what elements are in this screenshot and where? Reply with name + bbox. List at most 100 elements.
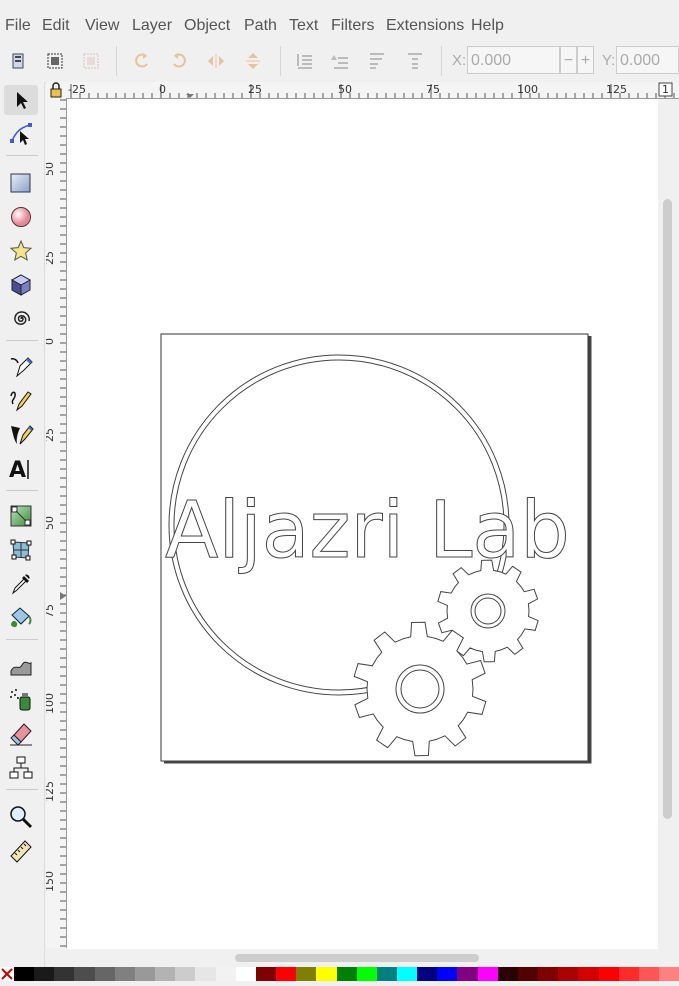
color-swatch[interactable]: [316, 967, 337, 981]
toolbox-separator: [6, 639, 38, 640]
deselect-icon[interactable]: [80, 50, 102, 72]
color-swatch[interactable]: [276, 967, 297, 981]
color-swatch[interactable]: [34, 967, 55, 981]
svg-text:A: A: [9, 458, 26, 482]
y-coordinate-field[interactable]: 0.000: [616, 46, 679, 74]
calligraphy-tool-icon[interactable]: [4, 420, 38, 450]
color-swatch[interactable]: [134, 967, 156, 981]
spray-tool-icon[interactable]: [4, 685, 38, 715]
eraser-tool-icon[interactable]: [4, 719, 38, 749]
menu-edit[interactable]: Edit: [42, 17, 70, 35]
hruler-label: 1: [662, 83, 669, 96]
color-swatch[interactable]: [255, 967, 277, 981]
tweak-tool-icon[interactable]: [4, 651, 38, 681]
raise-to-top-icon[interactable]: [404, 50, 426, 72]
menu-view[interactable]: View: [85, 17, 119, 35]
menu-object[interactable]: Object: [184, 17, 230, 35]
x-increment-button[interactable]: +: [577, 46, 594, 74]
color-swatch[interactable]: [356, 967, 377, 981]
star-tool-icon[interactable]: [4, 236, 38, 266]
color-swatch[interactable]: [376, 967, 397, 981]
spiral-tool-icon[interactable]: [4, 304, 38, 334]
menu-text[interactable]: Text: [289, 17, 318, 35]
color-swatch[interactable]: [497, 967, 518, 981]
color-swatch[interactable]: [296, 967, 317, 981]
mesh-tool-icon[interactable]: [4, 535, 38, 565]
rotate-ccw-icon[interactable]: [131, 50, 153, 72]
color-palette[interactable]: [0, 967, 679, 981]
logo-text[interactable]: Aljazri Lab: [165, 486, 571, 577]
vertical-scroll-thumb[interactable]: [663, 199, 672, 819]
vruler-label: 50: [46, 162, 56, 176]
select-all-in-all-layers-icon[interactable]: [7, 50, 29, 72]
ellipse-tool-icon[interactable]: [4, 202, 38, 232]
color-swatch[interactable]: [235, 967, 256, 981]
menu-extensions[interactable]: Extensions: [386, 17, 464, 35]
selector-tool-icon[interactable]: [4, 85, 38, 115]
dropper-tool-icon[interactable]: [4, 569, 38, 599]
color-swatch[interactable]: [659, 967, 679, 981]
toolbox-separator: [6, 789, 38, 790]
color-swatch[interactable]: [195, 967, 216, 981]
color-swatch[interactable]: [175, 967, 196, 981]
drawing-canvas[interactable]: Aljazri Lab: [67, 99, 658, 949]
x-coordinate-field[interactable]: 0.000: [467, 46, 560, 74]
vertical-scrollbar[interactable]: [658, 99, 679, 949]
color-swatch[interactable]: [477, 967, 498, 981]
menu-filters[interactable]: Filters: [331, 17, 375, 35]
color-swatch[interactable]: [457, 967, 478, 981]
vruler-label: 50: [46, 516, 56, 530]
color-swatch[interactable]: [336, 967, 357, 981]
color-swatch[interactable]: [558, 967, 579, 981]
color-swatch[interactable]: [114, 967, 135, 981]
color-swatch[interactable]: [598, 967, 619, 981]
lock-icon[interactable]: [46, 82, 66, 98]
horizontal-scrollbar[interactable]: [67, 949, 658, 967]
connector-tool-icon[interactable]: [4, 753, 38, 783]
color-swatch[interactable]: [94, 967, 115, 981]
rectangle-tool-icon[interactable]: [4, 168, 38, 198]
horizontal-scroll-thumb[interactable]: [235, 954, 479, 962]
x-decrement-button[interactable]: −: [560, 46, 577, 74]
no-paint-swatch[interactable]: [0, 967, 14, 981]
color-swatch[interactable]: [538, 967, 559, 981]
pen-tool-icon[interactable]: [4, 352, 38, 382]
3d-box-tool-icon[interactable]: [4, 270, 38, 300]
color-swatch[interactable]: [517, 967, 539, 981]
raise-icon[interactable]: [366, 50, 388, 72]
flip-vertical-icon[interactable]: [242, 50, 264, 72]
hruler-label: 25: [248, 83, 262, 96]
color-swatch[interactable]: [215, 967, 236, 981]
color-swatch[interactable]: [618, 967, 639, 981]
menu-file[interactable]: File: [5, 17, 31, 35]
menu-help[interactable]: Help: [471, 17, 504, 35]
tool-controls-bar: X: 0.000 − + Y: 0.000: [0, 40, 679, 83]
color-swatch[interactable]: [417, 967, 438, 981]
gradient-tool-icon[interactable]: [4, 501, 38, 531]
color-swatch[interactable]: [54, 967, 75, 981]
rotate-cw-icon[interactable]: [168, 50, 190, 72]
menu-path[interactable]: Path: [244, 17, 277, 35]
toolbox-separator: [6, 340, 38, 341]
color-swatch[interactable]: [396, 967, 418, 981]
lower-to-bottom-icon[interactable]: [294, 50, 316, 72]
menu-layer[interactable]: Layer: [132, 17, 172, 35]
zoom-tool-icon[interactable]: [4, 802, 38, 832]
text-tool-icon[interactable]: A: [4, 454, 38, 484]
color-swatch[interactable]: [578, 967, 599, 981]
color-swatch[interactable]: [14, 967, 35, 981]
vertical-ruler[interactable]: 50 25 0 25 50 75 100 125 150: [46, 98, 67, 948]
color-swatch[interactable]: [155, 967, 176, 981]
paint-bucket-tool-icon[interactable]: [4, 603, 38, 633]
color-swatch[interactable]: [638, 967, 659, 981]
horizontal-ruler[interactable]: -25 0 25 50 75 100 125 1: [66, 82, 679, 99]
measure-tool-icon[interactable]: [4, 836, 38, 866]
node-tool-icon[interactable]: [4, 119, 38, 149]
color-swatch[interactable]: [437, 967, 458, 981]
color-swatch[interactable]: [74, 967, 95, 981]
pencil-tool-icon[interactable]: [4, 386, 38, 416]
title-strip: [0, 0, 679, 10]
lower-icon[interactable]: [330, 50, 352, 72]
flip-horizontal-icon[interactable]: [205, 50, 227, 72]
select-all-icon[interactable]: [44, 50, 66, 72]
